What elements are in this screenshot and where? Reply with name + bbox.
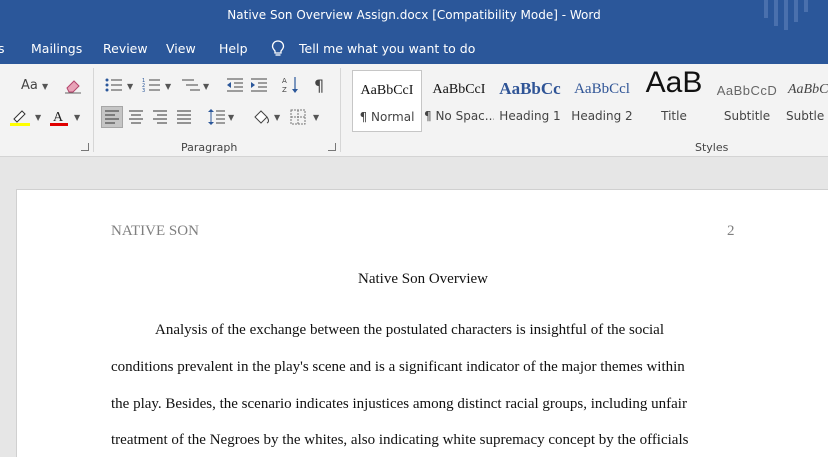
line-spacing-icon[interactable] — [206, 108, 226, 126]
align-left-icon — [105, 110, 119, 124]
ribbon: Aa ▼ ▼ A ▼ ▼ 1 2 3 ▼ ▼ A Z ¶ ▼ ▼ ▼ Parag… — [0, 64, 828, 157]
tab-view[interactable]: View — [166, 41, 196, 56]
styles-group-label: Styles — [695, 141, 729, 154]
style-name: Title — [661, 109, 687, 123]
style-sample: AaB — [645, 70, 703, 99]
paragraph-dialog-launcher-icon[interactable] — [328, 143, 336, 151]
chevron-down-icon[interactable]: ▼ — [127, 82, 133, 91]
font-color-icon[interactable]: A — [50, 108, 68, 126]
style-sample: AaBbCcI — [360, 83, 414, 98]
paragraph-group-label: Paragraph — [181, 141, 238, 154]
style-sample: AaBbCcl — [574, 81, 630, 97]
eraser-icon[interactable] — [64, 78, 82, 94]
style-title[interactable]: AaB Title — [640, 70, 708, 132]
bullets-icon[interactable] — [104, 77, 126, 93]
chevron-down-icon[interactable]: ▼ — [228, 113, 234, 122]
lightbulb-icon[interactable] — [271, 40, 285, 58]
style-name: Subtitle — [723, 109, 771, 123]
svg-text:A: A — [53, 110, 64, 125]
style-sample: AaBbCc — [499, 79, 561, 98]
document-page[interactable]: NATIVE SON 2 Native Son Overview Analysi… — [16, 189, 828, 457]
style-name: Subtle E — [786, 109, 828, 123]
change-case-button[interactable]: Aa ▼ — [21, 78, 48, 93]
tab-help[interactable]: Help — [219, 41, 248, 56]
highlighter-icon[interactable] — [10, 108, 30, 126]
chevron-down-icon[interactable]: ▼ — [313, 113, 319, 122]
style-sample: AaBbC — [788, 82, 828, 97]
style-name: Heading 1 — [499, 109, 561, 123]
style-subtle-emphasis[interactable]: AaBbC Subtle E — [784, 70, 828, 132]
chevron-down-icon[interactable]: ▼ — [35, 113, 41, 122]
style-subtitle[interactable]: AaBbCcD Subtitle — [712, 70, 782, 132]
page-number: 2 — [727, 223, 735, 239]
ribbon-tabs: s Mailings Review View Help Tell me what… — [0, 32, 828, 64]
body-line: the play. Besides, the scenario indicate… — [111, 396, 687, 412]
chevron-down-icon[interactable]: ▼ — [165, 82, 171, 91]
window-title: Native Son Overview Assign.docx [Compati… — [227, 8, 601, 22]
svg-text:A: A — [282, 77, 287, 85]
style-normal[interactable]: AaBbCcI ¶ Normal — [352, 70, 422, 132]
group-separator — [340, 68, 341, 152]
font-dialog-launcher-icon[interactable] — [81, 143, 89, 151]
sort-icon[interactable]: A Z — [282, 75, 300, 95]
change-case-label: Aa — [21, 78, 38, 93]
show-formatting-button[interactable]: ¶ — [314, 76, 324, 95]
style-heading-2[interactable]: AaBbCcl Heading 2 — [568, 70, 636, 132]
increase-indent-icon[interactable] — [250, 77, 268, 93]
align-center-icon[interactable] — [128, 110, 144, 124]
title-decoration-icon — [764, 0, 808, 30]
running-header: NATIVE SON — [111, 223, 199, 239]
tab-references[interactable]: s — [0, 41, 5, 56]
style-no-spacing[interactable]: AaBbCcI ¶ No Spac... — [424, 70, 494, 132]
style-sample: AaBbCcI — [432, 82, 486, 97]
tell-me-search[interactable]: Tell me what you want to do — [299, 41, 475, 56]
style-name: ¶ Normal — [359, 110, 415, 124]
document-area: NATIVE SON 2 Native Son Overview Analysi… — [0, 157, 828, 457]
chevron-down-icon[interactable]: ▼ — [274, 113, 280, 122]
body-line: conditions prevalent in the play's scene… — [111, 359, 685, 375]
borders-icon[interactable] — [290, 109, 306, 125]
shading-icon[interactable] — [251, 107, 271, 127]
style-name: Heading 2 — [571, 109, 633, 123]
multilevel-list-icon[interactable] — [180, 77, 202, 93]
decrease-indent-icon[interactable] — [226, 77, 244, 93]
chevron-down-icon: ▼ — [42, 82, 49, 91]
chevron-down-icon[interactable]: ▼ — [203, 82, 209, 91]
style-heading-1[interactable]: AaBbCc Heading 1 — [496, 70, 564, 132]
svg-text:3: 3 — [142, 88, 145, 93]
tab-mailings[interactable]: Mailings — [31, 41, 82, 56]
title-bar: Native Son Overview Assign.docx [Compati… — [0, 0, 828, 32]
justify-icon[interactable] — [176, 110, 192, 124]
group-separator — [93, 68, 94, 152]
body-line: Analysis of the exchange between the pos… — [155, 322, 665, 338]
svg-text:Z: Z — [282, 86, 287, 94]
styles-gallery: AaBbCcI ¶ Normal AaBbCcI ¶ No Spac... Aa… — [348, 70, 828, 132]
body-line: treatment of the Negroes by the whites, … — [111, 432, 689, 448]
style-name: ¶ No Spac... — [424, 109, 494, 123]
align-right-icon[interactable] — [152, 110, 168, 124]
chevron-down-icon[interactable]: ▼ — [74, 113, 80, 122]
numbering-icon[interactable]: 1 2 3 — [142, 77, 164, 93]
document-title: Native Son Overview — [358, 271, 488, 287]
tab-review[interactable]: Review — [103, 41, 148, 56]
style-sample: AaBbCcD — [716, 83, 778, 98]
